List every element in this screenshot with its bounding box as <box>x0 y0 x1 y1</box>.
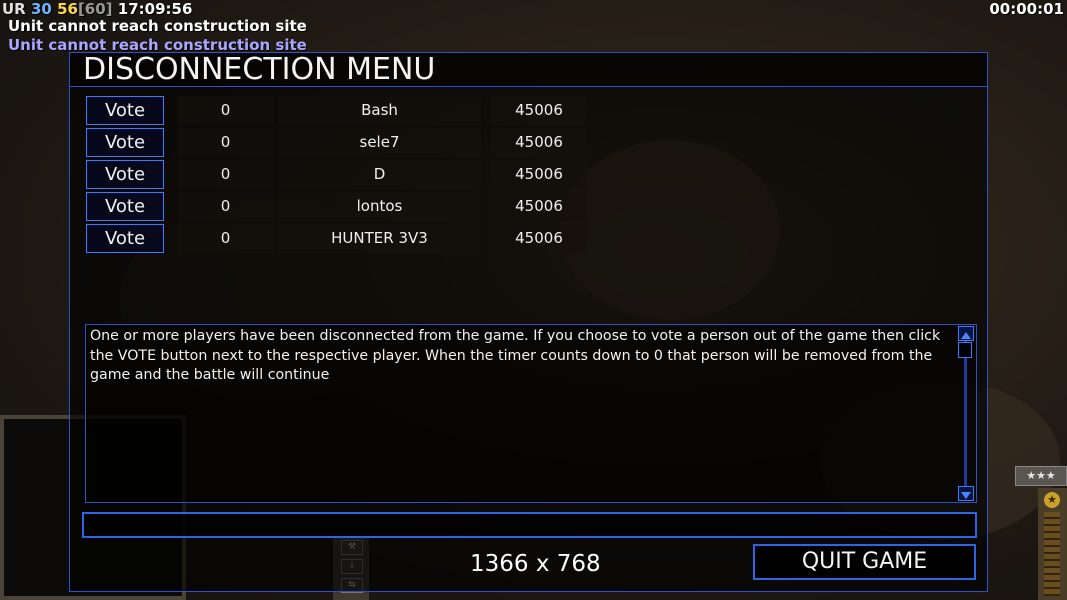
game-message: Unit cannot reach construction site <box>8 17 307 35</box>
vote-button[interactable]: Vote <box>86 128 164 157</box>
player-port: 45006 <box>491 160 587 189</box>
vote-button[interactable]: Vote <box>86 96 164 125</box>
resolution-label: 1366 x 768 <box>470 551 601 577</box>
player-name: D <box>278 160 481 189</box>
scroll-track[interactable] <box>964 341 967 487</box>
vote-count: 0 <box>178 192 273 221</box>
player-row: Vote 0 lontos 45006 <box>86 192 587 221</box>
resource-status: UR 30 56[60] 17:09:56 <box>2 0 192 18</box>
info-text: One or more players have been disconnect… <box>90 328 941 383</box>
player-name: lontos <box>278 192 481 221</box>
player-port: 45006 <box>491 224 587 253</box>
clock: 17:09:56 <box>117 0 193 18</box>
stat-value: 30 <box>30 0 52 18</box>
triangle-up-icon[interactable] <box>958 326 974 341</box>
dialog-title-bar: DISCONNECTION MENU <box>70 52 987 87</box>
dialog-title: DISCONNECTION MENU <box>83 52 436 87</box>
disconnection-dialog: DISCONNECTION MENU Vote 0 Bash 45006 Vot… <box>69 52 988 592</box>
info-scrollbar[interactable] <box>957 325 976 502</box>
player-row: Vote 0 Bash 45006 <box>86 96 587 125</box>
player-port: 45006 <box>491 96 587 125</box>
vote-count: 0 <box>178 96 273 125</box>
player-port: 45006 <box>491 192 587 221</box>
player-row: Vote 0 HUNTER 3V3 45006 <box>86 224 587 253</box>
player-row: Vote 0 D 45006 <box>86 160 587 189</box>
game-timer: 00:00:01 <box>989 0 1064 18</box>
player-row: Vote 0 sele7 45006 <box>86 128 587 157</box>
player-port: 45006 <box>491 128 587 157</box>
vote-button[interactable]: Vote <box>86 160 164 189</box>
player-name: Bash <box>278 96 481 125</box>
vote-count: 0 <box>178 224 273 253</box>
rank-progress <box>1044 512 1060 596</box>
ur-label: UR <box>2 0 26 18</box>
info-textbox[interactable]: One or more players have been disconnect… <box>85 324 977 503</box>
stat-value: [60] <box>77 0 113 18</box>
rank-panel: ★ <box>1038 488 1067 600</box>
player-name: sele7 <box>278 128 481 157</box>
vote-button[interactable]: Vote <box>86 192 164 221</box>
scroll-thumb[interactable] <box>958 342 972 358</box>
rank-badge: ★★★ <box>1015 466 1067 486</box>
star-icon: ★ <box>1044 492 1060 508</box>
vote-count: 0 <box>178 128 273 157</box>
quit-game-button[interactable]: QUIT GAME <box>753 544 976 580</box>
stat-value: 56 <box>57 0 78 18</box>
chat-input[interactable] <box>82 512 977 538</box>
player-name: HUNTER 3V3 <box>278 224 481 253</box>
triangle-down-icon[interactable] <box>958 486 974 501</box>
vote-button[interactable]: Vote <box>86 224 164 253</box>
vote-count: 0 <box>178 160 273 189</box>
